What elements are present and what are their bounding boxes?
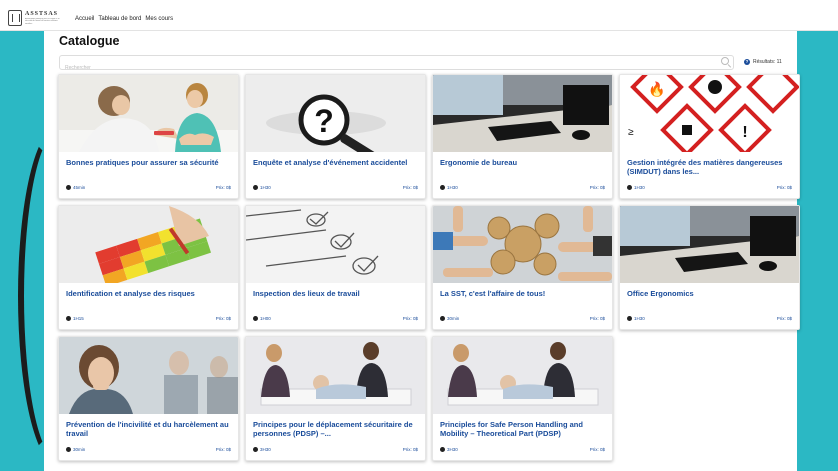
course-price: Prix: 0$: [215, 316, 231, 321]
course-card[interactable]: ? Enquête et analyse d'événement acciden…: [245, 74, 426, 199]
course-title[interactable]: La SST, c'est l'affaire de tous!: [440, 289, 605, 298]
clock-icon: [440, 316, 445, 321]
course-image-risk-matrix: [59, 206, 238, 283]
course-duration: 1H30: [634, 185, 645, 190]
course-image-office-desk: [620, 206, 799, 283]
clock-icon: [66, 316, 71, 321]
page-title: Catalogue: [59, 34, 120, 48]
clock-icon: [253, 316, 258, 321]
course-title[interactable]: Inspection des lieux de travail: [253, 289, 418, 298]
course-title[interactable]: Enquête et analyse d'événement accidente…: [253, 158, 418, 167]
course-price: Prix: 0$: [589, 447, 605, 452]
course-title[interactable]: Bonnes pratiques pour assurer sa sécurit…: [66, 158, 231, 167]
course-title[interactable]: Ergonomie de bureau: [440, 158, 605, 167]
course-card[interactable]: Identification et analyse des risques 1H…: [58, 205, 239, 330]
course-title[interactable]: Prévention de l'incivilité et du harcèle…: [66, 420, 231, 438]
course-price: Prix: 0$: [776, 185, 792, 190]
svg-text:?: ?: [314, 103, 334, 139]
course-duration: 1H30: [634, 316, 645, 321]
course-duration: 45min: [73, 185, 86, 190]
svg-text:!: !: [742, 124, 747, 141]
course-price: Prix: 0$: [589, 316, 605, 321]
course-image-office-desk: [433, 75, 612, 152]
course-title[interactable]: Gestion intégrée des matières dangereuse…: [627, 158, 792, 176]
course-duration: 30min: [73, 447, 86, 452]
clock-icon: [253, 185, 258, 190]
course-card[interactable]: 🔥 ! ≥ Gestion intégrée des matières dang…: [619, 74, 800, 199]
course-image-patient-handling: [433, 337, 612, 414]
course-card[interactable]: Prévention de l'incivilité et du harcèle…: [58, 336, 239, 461]
course-image-magnifier: ?: [246, 75, 425, 152]
course-image-patient-handling: [246, 337, 425, 414]
course-card[interactable]: Ergonomie de bureau 1H30 Prix: 0$: [432, 74, 613, 199]
course-card[interactable]: Inspection des lieux de travail 1H00 Pri…: [245, 205, 426, 330]
course-image-checklist: [246, 206, 425, 283]
course-image-nurse-patient: [59, 75, 238, 152]
clock-icon: [627, 185, 632, 190]
course-card[interactable]: Principes pour le déplacement sécuritair…: [245, 336, 426, 461]
decorative-arc: [18, 126, 44, 466]
clock-icon: [253, 447, 258, 452]
course-price: Prix: 0$: [215, 185, 231, 190]
nav-accueil[interactable]: Accueil: [75, 16, 94, 22]
logo-subtitle: Association paritaire pour la santé et l…: [25, 17, 60, 25]
course-duration: 1H15: [73, 316, 84, 321]
results-label: Résultats: 11: [753, 59, 782, 65]
top-navigation-bar: ASSTSAS Association paritaire pour la sa…: [0, 0, 838, 31]
course-card[interactable]: Office Ergonomics 1H30 Prix: 0$: [619, 205, 800, 330]
course-duration: 3H30: [260, 447, 271, 452]
asstsas-logo[interactable]: ASSTSAS Association paritaire pour la sa…: [8, 9, 66, 27]
clock-icon: [66, 185, 71, 190]
svg-text:🔥: 🔥: [648, 81, 665, 98]
course-price: Prix: 0$: [589, 185, 605, 190]
course-image-worried-woman: [59, 337, 238, 414]
main-nav: Accueil Tableau de bord Mes cours: [75, 16, 173, 22]
course-duration: 3H30: [447, 447, 458, 452]
course-duration: 1H30: [260, 185, 271, 190]
course-title[interactable]: Principes pour le déplacement sécuritair…: [253, 420, 418, 438]
catalogue-panel: Catalogue ? Résultats: 11: [44, 31, 800, 471]
nav-mes-cours[interactable]: Mes cours: [145, 16, 173, 22]
course-duration: 1H00: [260, 316, 271, 321]
right-decoration: [797, 31, 838, 471]
logo-name: ASSTSAS: [25, 10, 59, 17]
course-card[interactable]: Bonnes pratiques pour assurer sa sécurit…: [58, 74, 239, 199]
results-count: ? Résultats: 11: [744, 59, 782, 65]
search-icon[interactable]: [721, 57, 729, 65]
svg-text:≥: ≥: [628, 127, 634, 138]
course-image-team-gears: [433, 206, 612, 283]
logo-icon: [8, 10, 22, 26]
course-title[interactable]: Principles for Safe Person Handling and …: [440, 420, 605, 438]
course-card[interactable]: La SST, c'est l'affaire de tous! 30min P…: [432, 205, 613, 330]
course-price: Prix: 0$: [776, 316, 792, 321]
course-title[interactable]: Office Ergonomics: [627, 289, 792, 298]
search-input[interactable]: [60, 62, 710, 74]
course-duration: 1H30: [447, 185, 458, 190]
course-price: Prix: 0$: [215, 447, 231, 452]
course-price: Prix: 0$: [402, 316, 418, 321]
clock-icon: [66, 447, 71, 452]
nav-tableau-de-bord[interactable]: Tableau de bord: [98, 16, 141, 22]
clock-icon: [440, 447, 445, 452]
clock-icon: [440, 185, 445, 190]
left-decoration: [0, 31, 44, 471]
info-icon: ?: [744, 59, 750, 65]
course-price: Prix: 0$: [402, 447, 418, 452]
course-duration: 30min: [447, 316, 460, 321]
search-box: [59, 55, 734, 74]
course-image-hazard-pictograms: 🔥 ! ≥: [620, 75, 799, 152]
course-price: Prix: 0$: [402, 185, 418, 190]
clock-icon: [627, 316, 632, 321]
course-card[interactable]: Principles for Safe Person Handling and …: [432, 336, 613, 461]
course-title[interactable]: Identification et analyse des risques: [66, 289, 231, 298]
